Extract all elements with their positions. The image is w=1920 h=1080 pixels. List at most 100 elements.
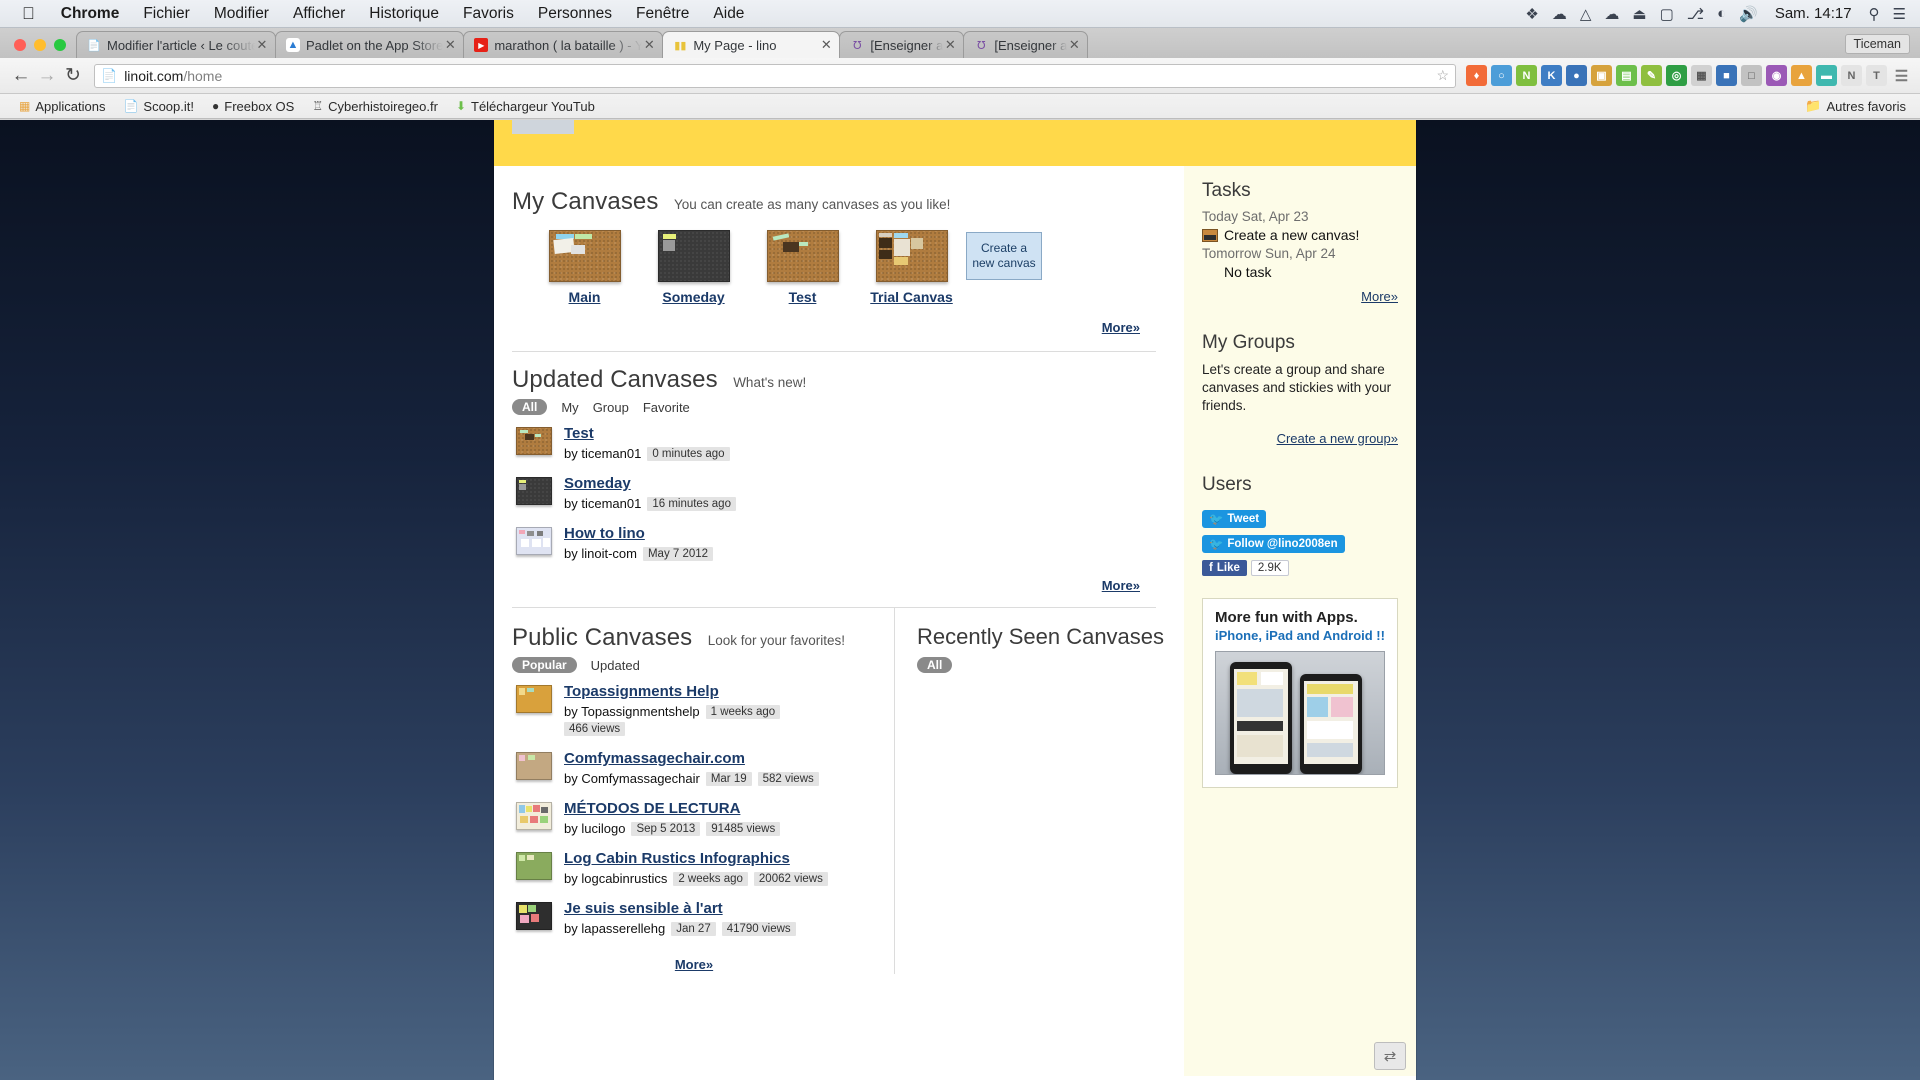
teal-extension-icon[interactable]: ▬ (1816, 65, 1837, 86)
filter-updated[interactable]: Updated (591, 658, 640, 673)
grid-extension-icon[interactable]: ▦ (1691, 65, 1712, 86)
facebook-like-button[interactable]: f Like (1202, 559, 1247, 576)
header-tab-shape[interactable] (512, 120, 574, 134)
volume-icon[interactable]: 🔊 (1739, 5, 1758, 23)
bluetooth-icon[interactable]: ⎇ (1687, 5, 1704, 23)
list-item[interactable]: MÉTODOS DE LECTURA by lucilogo Sep 5 201… (516, 800, 894, 836)
orange-extension-icon[interactable]: ▲ (1791, 65, 1812, 86)
canvas-title-link[interactable]: MÉTODOS DE LECTURA (564, 800, 740, 817)
canvas-name[interactable]: Test (789, 289, 817, 305)
canvas-thumbnail[interactable] (766, 230, 839, 282)
follow-button[interactable]: 🐦 Follow @lino2008en (1202, 534, 1345, 553)
bookmark-telechargeur-youtube[interactable]: ⬇ Téléchargeur YouTub (447, 99, 604, 114)
menu-item-personnes[interactable]: Personnes (526, 5, 624, 23)
menu-item-chrome[interactable]: Chrome (49, 5, 132, 23)
filter-popular[interactable]: Popular (512, 657, 577, 673)
menu-item-historique[interactable]: Historique (357, 5, 451, 23)
list-item[interactable]: Je suis sensible à l'art by lapasserelle… (516, 900, 894, 936)
float-widget-button[interactable]: ⇄ (1374, 1042, 1406, 1070)
canvas-thumbnail[interactable] (516, 685, 552, 713)
filter-all[interactable]: All (917, 657, 953, 673)
filter-all[interactable]: All (512, 399, 548, 415)
camera-extension-icon[interactable]: □ (1741, 65, 1762, 86)
clock-extension-icon[interactable]: ○ (1491, 65, 1512, 86)
canvas-thumbnail[interactable] (516, 902, 552, 930)
filter-group[interactable]: Group (593, 400, 629, 415)
search-icon[interactable]: ⚲ (1869, 5, 1880, 23)
dropbox-icon[interactable]: ❖ (1525, 5, 1538, 23)
list-item[interactable]: Comfymassagechair.com by Comfymassagecha… (516, 750, 894, 786)
create-new-canvas-cell[interactable]: Create a new canvas (966, 230, 1075, 280)
canvas-thumbnail[interactable] (516, 852, 552, 880)
canvas-title-link[interactable]: Comfymassagechair.com (564, 750, 745, 767)
menu-item-favoris[interactable]: Favoris (451, 5, 526, 23)
canvas-name[interactable]: Someday (662, 289, 724, 305)
back-arrow-icon[interactable]: ← (8, 65, 34, 87)
canvas-thumbnail[interactable] (516, 527, 552, 555)
close-tab-icon[interactable]: ✕ (642, 37, 656, 53)
close-tab-icon[interactable]: ✕ (943, 37, 957, 53)
globe-extension-icon[interactable]: ◎ (1666, 65, 1687, 86)
blue-extension-icon[interactable]: ■ (1716, 65, 1737, 86)
image-extension-icon[interactable]: ▣ (1591, 65, 1612, 86)
list-item[interactable]: How to lino by linoit-com May 7 2012 (516, 525, 1184, 561)
evernote-extension-icon[interactable]: N (1516, 65, 1537, 86)
tab-4[interactable]: ℧ [Enseigner avec le numéri ✕ (839, 31, 965, 58)
close-tab-icon[interactable]: ✕ (1067, 37, 1081, 53)
control-center-icon[interactable]: ☰ (1893, 5, 1906, 23)
maximize-window-button[interactable] (54, 39, 66, 51)
canvas-thumbnail[interactable] (516, 802, 552, 830)
airplay-icon[interactable]: ▢ (1660, 5, 1674, 23)
tab-0[interactable]: 📄 Modifier l'article ‹ Le coute ✕ (76, 31, 276, 58)
minimize-window-button[interactable] (34, 39, 46, 51)
tweet-button[interactable]: 🐦 Tweet (1202, 509, 1267, 528)
canvas-thumbnail[interactable] (548, 230, 621, 282)
eject-icon[interactable]: ⏏ (1632, 5, 1646, 23)
tab-3-active[interactable]: ▮▮ My Page - lino ✕ (662, 31, 841, 58)
apps-promo-box[interactable]: More fun with Apps. iPhone, iPad and And… (1202, 597, 1398, 788)
star-icon[interactable]: ☆ (1436, 67, 1449, 84)
canvas-card-main[interactable]: Main (530, 230, 639, 307)
menu-item-aide[interactable]: Aide (701, 5, 756, 23)
menu-item-afficher[interactable]: Afficher (281, 5, 357, 23)
address-bar[interactable]: 📄 linoit.com /home ☆ (94, 63, 1456, 88)
canvas-title-link[interactable]: How to lino (564, 525, 645, 542)
canvas-title-link[interactable]: Log Cabin Rustics Infographics (564, 850, 790, 867)
n-extension-icon[interactable]: N (1841, 65, 1862, 86)
list-item[interactable]: Test by ticeman01 0 minutes ago (516, 425, 1184, 461)
bookmark-cyberhistoiregeo[interactable]: ♖ Cyberhistoiregeo.fr (303, 99, 447, 114)
apple-logo-icon[interactable]:  (0, 5, 49, 22)
google-drive-icon[interactable]: △ (1580, 5, 1592, 23)
close-tab-icon[interactable]: ✕ (819, 37, 833, 53)
bookmark-applications[interactable]: ▦ Applications (10, 99, 114, 114)
updated-canvases-more-link[interactable]: More» (1102, 578, 1140, 593)
pen-extension-icon[interactable]: ✎ (1641, 65, 1662, 86)
tab-1[interactable]: ▲ Padlet on the App Store ✕ (275, 31, 465, 58)
public-canvases-more-link[interactable]: More» (675, 957, 713, 972)
menu-item-fenetre[interactable]: Fenêtre (624, 5, 701, 23)
onedrive-icon[interactable]: ☁ (1604, 5, 1619, 23)
menu-item-fichier[interactable]: Fichier (131, 5, 202, 23)
canvas-title-link[interactable]: Test (564, 425, 594, 442)
canvas-thumbnail[interactable] (516, 477, 552, 505)
canvas-thumbnail[interactable] (657, 230, 730, 282)
kobo-extension-icon[interactable]: K (1541, 65, 1562, 86)
canvas-title-link[interactable]: Je suis sensible à l'art (564, 900, 723, 917)
create-new-canvas-button[interactable]: Create a new canvas (966, 232, 1042, 280)
profile-name-button[interactable]: Ticeman (1844, 34, 1910, 54)
diigo-extension-icon[interactable]: ● (1566, 65, 1587, 86)
list-item[interactable]: Log Cabin Rustics Infographics by logcab… (516, 850, 894, 886)
cloud-icon[interactable]: ☁ (1552, 5, 1567, 23)
tab-2[interactable]: ▶ marathon ( la bataille ) - Yo ✕ (463, 31, 664, 58)
t-extension-icon[interactable]: T (1866, 65, 1887, 86)
list-item[interactable]: Topassignments Help by Topassignmentshel… (516, 683, 894, 736)
close-window-button[interactable] (14, 39, 26, 51)
forward-arrow-icon[interactable]: → (34, 65, 60, 87)
canvas-card-someday[interactable]: Someday (639, 230, 748, 307)
canvas-title-link[interactable]: Topassignments Help (564, 683, 719, 700)
tab-5[interactable]: ℧ [Enseigner avec le numéri ✕ (963, 31, 1089, 58)
canvas-thumbnail[interactable] (875, 230, 948, 282)
purple-extension-icon[interactable]: ◉ (1766, 65, 1787, 86)
canvas-card-trial[interactable]: Trial Canvas (857, 230, 966, 307)
cart-extension-icon[interactable]: ▤ (1616, 65, 1637, 86)
